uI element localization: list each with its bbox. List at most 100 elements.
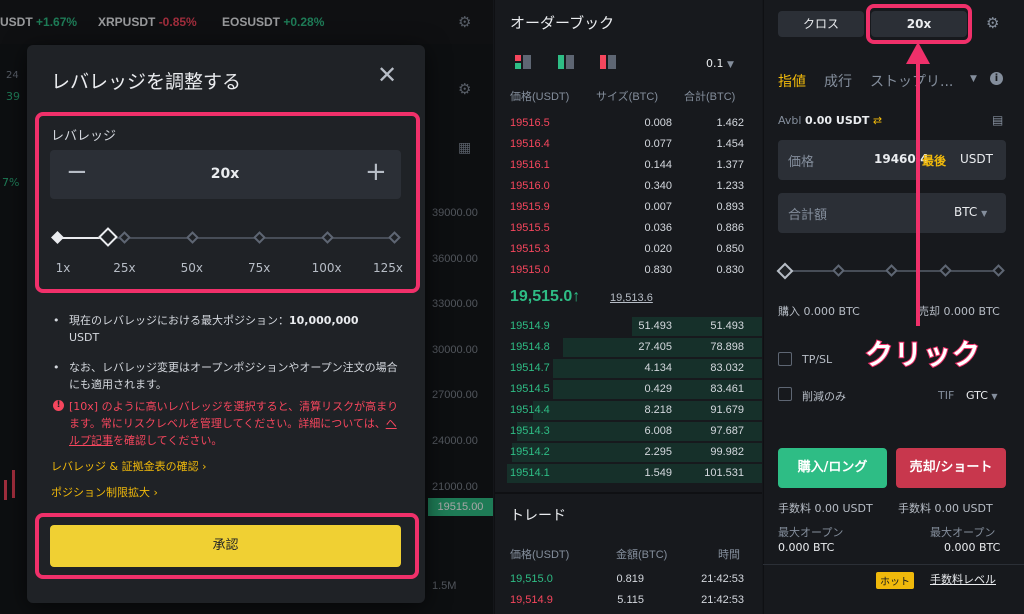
bid-row[interactable]: 19514.8 27.405 78.898	[494, 337, 762, 358]
price-cell: 19516.1	[510, 159, 550, 171]
size-cell: 2.295	[644, 446, 672, 458]
risk-warning-text: [10x] のように高いレバレッジを選択すると、清算リスクが高まります。常にリス…	[69, 400, 399, 430]
leverage-dialog: レバレッジを調整する ✕ レバレッジ − 20x + 1x 25x 50x 75x 10…	[27, 45, 425, 603]
ask-row[interactable]: 19515.3 0.020 0.850	[494, 239, 762, 260]
divider	[763, 564, 1024, 565]
risk-warning: ! [10x] のように高いレバレッジを選択すると、清算リスクが高まります。常に…	[53, 398, 403, 449]
fee-buy: 手数料 0.00 USDT	[778, 502, 873, 515]
orderbook-bids-view-icon[interactable]	[558, 55, 574, 69]
trade-row: 19,515.0 0.819 21:42:53	[494, 569, 762, 590]
reduce-only-checkbox[interactable]	[778, 387, 792, 401]
bid-row[interactable]: 19514.3 6.008 97.687	[494, 421, 762, 442]
size-cell: 0.008	[644, 117, 672, 129]
ask-row[interactable]: 19515.5 0.036 0.886	[494, 218, 762, 239]
position-limit-link-text: ポジション制限拡大	[51, 486, 150, 499]
total-cell: 83.461	[710, 383, 744, 395]
max-open-sell-label: 最大オープン	[930, 526, 996, 539]
orderbook-both-view-icon[interactable]	[515, 55, 531, 69]
tpsl-label: TP/SL	[802, 353, 833, 366]
ask-row[interactable]: 19516.0 0.340 1.233	[494, 176, 762, 197]
trade-time: 21:42:53	[701, 594, 744, 606]
precision-select[interactable]: 0.1 ▼	[706, 57, 734, 70]
chevron-right-icon: ›	[153, 486, 158, 499]
ask-row[interactable]: 19515.9 0.007 0.893	[494, 197, 762, 218]
precision-value: 0.1	[706, 57, 724, 70]
leverage-table-link-text: レバレッジ & 証拠金表の確認	[51, 460, 199, 473]
risk-warning-tail: を確認してください。	[113, 434, 223, 447]
info-icon[interactable]: i	[990, 72, 1003, 85]
size-cell: 0.036	[644, 222, 672, 234]
settings-icon[interactable]: ⚙	[986, 14, 999, 32]
col-total: 合計(BTC)	[684, 91, 736, 103]
total-cell: 1.377	[716, 159, 744, 171]
bid-row[interactable]: 19514.2 2.295 99.982	[494, 442, 762, 463]
price-cell: 19515.5	[510, 222, 550, 234]
trade-row: 19,514.9 5.115 21:42:53	[494, 590, 762, 611]
trades-col-price: 価格(USDT)	[510, 549, 570, 561]
bid-row[interactable]: 19514.9 51.493 51.493	[494, 316, 762, 337]
price-cell: 19514.9	[510, 320, 550, 332]
max-position-value: 10,000,000	[289, 314, 359, 327]
tpsl-checkbox[interactable]	[778, 352, 792, 366]
up-arrow-icon: ↑	[572, 288, 581, 305]
total-cell: 83.032	[710, 362, 744, 374]
price-cell: 19514.3	[510, 425, 550, 437]
position-limit-link[interactable]: ポジション制限拡大 ›	[51, 484, 158, 500]
max-position-unit: USDT	[69, 331, 100, 344]
bid-row[interactable]: 19514.7 4.134 83.032	[494, 358, 762, 379]
reduce-only-label: 削減のみ	[802, 390, 846, 403]
max-position-note: • 現在のレバレッジにおける最大ポジション：10,000,000 USDT	[53, 312, 393, 346]
ask-row[interactable]: 19515.0 0.830 0.830	[494, 260, 762, 281]
leverage-table-link[interactable]: レバレッジ & 証拠金表の確認 ›	[51, 458, 206, 474]
bid-row[interactable]: 19514.5 0.429 83.461	[494, 379, 762, 400]
price-cell: 19514.8	[510, 341, 550, 353]
trades-title: トレード	[510, 508, 566, 524]
calculator-icon[interactable]: ▤	[992, 113, 1003, 127]
fee-sell: 手数料 0.00 USDT	[898, 502, 993, 515]
orderbook-asks-view-icon[interactable]	[600, 55, 616, 69]
price-cell: 19514.7	[510, 362, 550, 374]
tif-select[interactable]: GTC ▼	[966, 389, 998, 402]
buy-long-button[interactable]: 購入/ロング	[778, 448, 887, 488]
total-cell: 0.893	[716, 201, 744, 213]
price-label: 価格	[788, 155, 815, 170]
price-input[interactable]: 価格 19460.4 最後 USDT	[778, 140, 1006, 180]
chevron-right-icon: ›	[202, 460, 207, 473]
total-unit-select[interactable]: BTC ▼	[954, 205, 987, 219]
sell-short-button[interactable]: 売却/ショート	[896, 448, 1006, 488]
dialog-title: レバレッジを調整する	[51, 71, 242, 93]
total-cell: 51.493	[710, 320, 744, 332]
bid-row[interactable]: 19514.1 1.549 101.531	[494, 463, 762, 484]
size-cell: 27.405	[638, 341, 672, 353]
confirm-highlight-box	[35, 513, 419, 579]
size-cell: 8.218	[644, 404, 672, 416]
close-icon[interactable]: ✕	[377, 63, 397, 87]
ask-row[interactable]: 19516.1 0.144 1.377	[494, 155, 762, 176]
ask-row[interactable]: 19516.4 0.077 1.454	[494, 134, 762, 155]
mark-price[interactable]: 19,513.6	[610, 292, 653, 304]
tab-market[interactable]: 成行	[824, 71, 852, 91]
price-cell: 19515.3	[510, 243, 550, 255]
size-cell: 4.134	[644, 362, 672, 374]
bullet-icon: •	[53, 314, 60, 327]
tab-limit[interactable]: 指値	[778, 71, 806, 91]
price-cell: 19515.0	[510, 264, 550, 276]
avbl-label: Avbl	[778, 114, 802, 127]
total-input[interactable]: 合計額 BTC ▼	[778, 193, 1006, 233]
total-cell: 0.886	[716, 222, 744, 234]
trade-amount: 0.819	[616, 573, 644, 585]
trade-price: 19,515.0	[510, 573, 553, 585]
margin-mode-button[interactable]: クロス	[778, 11, 864, 37]
apply-note-text: なお、レバレッジ変更はオープンポジションやオープン注文の場合にも適用されます。	[69, 361, 398, 391]
trade-amount: 5.115	[617, 594, 644, 606]
total-cell: 91.679	[710, 404, 744, 416]
size-cell: 0.830	[644, 264, 672, 276]
bid-row[interactable]: 19514.4 8.218 91.679	[494, 400, 762, 421]
fee-level-link[interactable]: 手数料レベル	[930, 571, 996, 587]
ask-row[interactable]: 19516.5 0.008 1.462	[494, 113, 762, 134]
avbl-value: 0.00 USDT	[804, 114, 870, 127]
chevron-down-icon[interactable]: ▼	[970, 74, 977, 84]
total-cell: 78.898	[710, 341, 744, 353]
transfer-icon[interactable]: ⇄	[873, 114, 882, 127]
price-cell: 19514.4	[510, 404, 550, 416]
